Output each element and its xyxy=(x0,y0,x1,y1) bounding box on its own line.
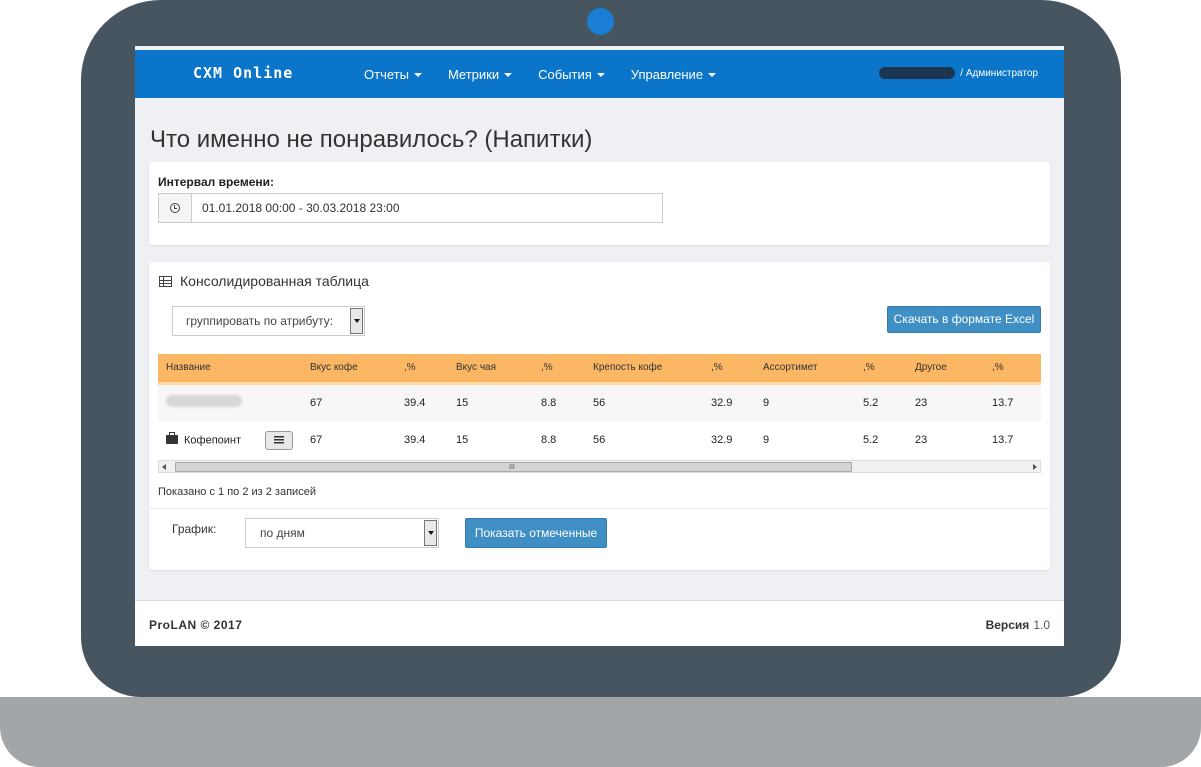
page-footer: ProLAN © 2017 Версия 1.0 xyxy=(135,600,1064,646)
hamburger-icon xyxy=(274,436,285,444)
copyright: ProLAN © 2017 xyxy=(149,618,243,632)
brand-logo[interactable]: CXM Online xyxy=(193,64,293,82)
table-cell: 13.7 xyxy=(984,383,1041,421)
chart-period-select[interactable]: по дням xyxy=(245,518,439,548)
version-number: 1.0 xyxy=(1033,618,1050,632)
column-header[interactable]: ,% xyxy=(703,354,755,385)
briefcase-icon xyxy=(166,431,178,444)
scrollbar-thumb[interactable]: III xyxy=(175,462,852,472)
laptop-base xyxy=(0,697,1201,767)
column-header[interactable]: ,% xyxy=(984,354,1041,385)
column-header[interactable]: ,% xyxy=(855,354,907,385)
table-panel-title: Консолидированная таблица xyxy=(180,273,369,289)
table-cell: 13.7 xyxy=(992,434,1014,446)
group-select-value: группировать по атрибуту: xyxy=(186,314,334,328)
table-icon xyxy=(159,275,172,287)
date-range-input[interactable]: 01.01.2018 00:00 - 30.03.2018 23:00 xyxy=(158,193,663,223)
scroll-left-arrow-icon[interactable] xyxy=(162,464,166,470)
caret-down-icon xyxy=(504,73,513,78)
column-header[interactable]: Вкус кофе xyxy=(302,354,396,385)
row-menu-button[interactable] xyxy=(265,430,294,450)
page-title: Что именно не понравилось? (Напитки) xyxy=(150,126,593,153)
table-cell: 32.9 xyxy=(703,383,755,421)
scrollbar-grip: III xyxy=(509,464,515,471)
table-cell: 9 xyxy=(755,383,855,421)
date-range-value[interactable]: 01.01.2018 00:00 - 30.03.2018 23:00 xyxy=(192,194,400,222)
top-navbar: CXM Online Отчеты Метрики События Управл… xyxy=(135,50,1064,98)
table-cell: 23 xyxy=(907,383,984,421)
scroll-right-arrow-icon[interactable] xyxy=(1033,464,1037,470)
table-cell: 67 xyxy=(310,434,323,446)
table-cell: 32.9 xyxy=(711,434,733,446)
chart-label: График: xyxy=(172,522,217,536)
webcam-icon xyxy=(587,8,614,35)
user-role: / Администратор xyxy=(960,67,1038,79)
app-screen: CXM Online Отчеты Метрики События Управл… xyxy=(135,46,1064,646)
column-header[interactable]: Вкус чая xyxy=(448,354,533,385)
show-selected-button[interactable]: Показать отмеченные xyxy=(465,518,607,548)
column-header[interactable]: Название xyxy=(158,354,302,385)
caret-down-icon xyxy=(596,73,605,78)
horizontal-scrollbar[interactable]: III xyxy=(158,460,1041,473)
dropdown-arrow-icon[interactable] xyxy=(350,308,363,334)
table-cell: 15 xyxy=(456,434,469,446)
divider xyxy=(149,508,1050,509)
menu-events[interactable]: События xyxy=(538,67,605,82)
menu-metrics[interactable]: Метрики xyxy=(448,67,513,82)
menu-reports[interactable]: Отчеты xyxy=(364,67,422,82)
column-header[interactable]: ,% xyxy=(533,354,585,385)
table-cell: 5.2 xyxy=(855,383,907,421)
group-by-attribute-select[interactable]: группировать по атрибуту: xyxy=(172,306,365,336)
consolidated-table-panel: Консолидированная таблица группировать п… xyxy=(149,262,1050,570)
dropdown-arrow-icon[interactable] xyxy=(424,520,437,546)
table-cell: 8.8 xyxy=(541,434,557,446)
user-menu[interactable]: / Администратор xyxy=(879,67,1038,79)
table-cell: 56 xyxy=(593,434,606,446)
table-cell: 39.4 xyxy=(396,383,448,421)
table-cell: 39.4 xyxy=(404,434,426,446)
redacted-username xyxy=(879,67,956,79)
main-menu: Отчеты Метрики События Управление xyxy=(364,50,742,98)
clock-icon xyxy=(170,203,180,213)
caret-down-icon xyxy=(708,73,717,78)
table-panel-heading: Консолидированная таблица xyxy=(159,273,369,289)
row-name: Кофепоинт xyxy=(184,433,242,446)
records-info: Показано с 1 по 2 из 2 записей xyxy=(158,486,316,498)
interval-label: Интервал времени: xyxy=(158,175,274,189)
version-label: Версия xyxy=(985,618,1030,632)
table-cell: 23 xyxy=(915,434,928,446)
menu-management[interactable]: Управление xyxy=(631,67,717,82)
table-cell: 56 xyxy=(585,383,703,421)
table-cell: 5.2 xyxy=(863,434,879,446)
table-cell: 8.8 xyxy=(533,383,585,421)
table-row[interactable]: Кофепоинт 67 39.4 15 8.8 56 32.9 9 5.2 2… xyxy=(158,421,1041,459)
chart-select-value: по дням xyxy=(260,526,305,540)
table-row[interactable]: 67 39.4 15 8.8 56 32.9 9 5.2 23 13.7 xyxy=(158,383,1041,421)
table-header-row: Название Вкус кофе ,% Вкус чая ,% Крепос… xyxy=(158,354,1041,385)
column-header[interactable]: ,% xyxy=(396,354,448,385)
redacted-name xyxy=(166,395,242,408)
table-cell: 15 xyxy=(448,383,533,421)
column-header[interactable]: Ассортимет xyxy=(755,354,855,385)
interval-panel: Интервал времени: 01.01.2018 00:00 - 30.… xyxy=(149,162,1050,245)
table-cell: 9 xyxy=(763,434,770,446)
row-name-cell xyxy=(158,383,302,421)
consolidated-table: Название Вкус кофе ,% Вкус чая ,% Крепос… xyxy=(158,354,1041,459)
table-cell: 67 xyxy=(302,383,396,421)
row-name-cell: Кофепоинт xyxy=(158,421,302,459)
download-excel-button[interactable]: Скачать в формате Excel xyxy=(887,306,1041,333)
clock-addon xyxy=(159,194,192,222)
column-header[interactable]: Крепость кофе xyxy=(585,354,703,385)
column-header[interactable]: Другое xyxy=(907,354,984,385)
caret-down-icon xyxy=(413,73,422,78)
version-info: Версия 1.0 xyxy=(986,618,1050,632)
